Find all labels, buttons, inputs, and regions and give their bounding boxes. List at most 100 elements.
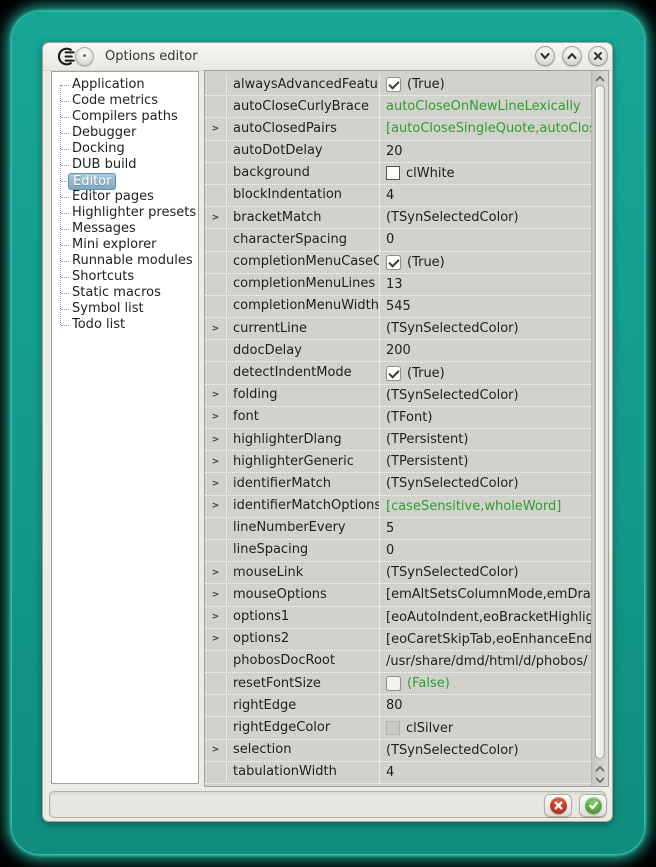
property-row[interactable]: bracketMatch (TSynSelectedColor) xyxy=(205,207,591,229)
property-row[interactable]: autoClosedPairs [autoCloseSingleQuote,au… xyxy=(205,118,591,140)
titlebar[interactable]: Options editor xyxy=(43,43,612,71)
property-row[interactable]: autoDotDelay 20 xyxy=(205,141,591,163)
property-value[interactable]: 0 xyxy=(380,232,591,247)
property-value[interactable]: 200 xyxy=(380,343,591,358)
expand-chevron-icon[interactable] xyxy=(205,495,226,517)
property-row[interactable]: background clWhite xyxy=(205,163,591,185)
property-value[interactable]: [autoCloseSingleQuote,autoCloseD xyxy=(380,121,591,136)
property-value[interactable]: 4 xyxy=(380,188,591,203)
property-value[interactable]: (TSynSelectedColor) xyxy=(380,321,591,336)
property-value[interactable]: 80 xyxy=(380,698,591,713)
value-checkbox[interactable] xyxy=(386,676,401,691)
property-row[interactable]: options1 [eoAutoIndent,eoBracketHighligh… xyxy=(205,607,591,629)
property-row[interactable]: completionMenuWidth 545 xyxy=(205,296,591,318)
property-row[interactable]: rightEdgeColor clSilver xyxy=(205,717,591,739)
property-row[interactable]: autoCloseCurlyBrace autoCloseOnNewLineLe… xyxy=(205,96,591,118)
expand-chevron-icon[interactable] xyxy=(205,473,226,495)
property-value[interactable]: (True) xyxy=(380,366,591,381)
expand-chevron-icon[interactable] xyxy=(205,118,226,140)
grid-scrollbar[interactable] xyxy=(591,71,608,786)
property-row[interactable]: folding (TSynSelectedColor) xyxy=(205,385,591,407)
property-row[interactable]: resetFontSize (False) xyxy=(205,673,591,695)
expand-chevron-icon[interactable] xyxy=(205,739,226,761)
property-value[interactable]: clWhite xyxy=(380,166,591,181)
shade-button[interactable] xyxy=(535,46,555,66)
property-row[interactable]: identifierMatch (TSynSelectedColor) xyxy=(205,473,591,495)
sidebar-category-item[interactable]: Mini explorer xyxy=(52,237,198,253)
sidebar-category-item[interactable]: Symbol list xyxy=(52,301,198,317)
property-row[interactable]: mouseOptions [emAltSetsColumnMode,emDrag… xyxy=(205,584,591,606)
expand-chevron-icon[interactable] xyxy=(205,562,226,584)
sidebar-category-item[interactable]: Code metrics xyxy=(52,93,198,109)
property-row[interactable]: currentLine (TSynSelectedColor) xyxy=(205,318,591,340)
sidebar-category-item[interactable]: Debugger xyxy=(52,125,198,141)
scroll-up-bottom-icon[interactable] xyxy=(594,763,606,774)
property-value[interactable]: (TSynSelectedColor) xyxy=(380,743,591,758)
maximize-button[interactable] xyxy=(562,46,582,66)
sidebar-category-item[interactable]: Compilers paths xyxy=(52,109,198,125)
sidebar-category-item[interactable]: Messages xyxy=(52,221,198,237)
property-value[interactable]: [eoCaretSkipTab,eoEnhanceEndKe xyxy=(380,632,591,647)
property-value[interactable]: (False) xyxy=(380,676,591,691)
sidebar-category-item[interactable]: Application xyxy=(52,77,198,93)
property-row[interactable]: tabulationWidth 4 xyxy=(205,762,591,784)
property-row[interactable]: lineNumberEvery 5 xyxy=(205,518,591,540)
property-value[interactable]: (TSynSelectedColor) xyxy=(380,476,591,491)
expand-chevron-icon[interactable] xyxy=(205,384,226,406)
property-row[interactable]: options2 [eoCaretSkipTab,eoEnhanceEndKe xyxy=(205,629,591,651)
property-value[interactable]: 5 xyxy=(380,521,591,536)
property-value[interactable]: [caseSensitive,wholeWord] xyxy=(380,499,591,514)
expand-chevron-icon[interactable] xyxy=(205,429,226,451)
property-row[interactable]: lineSpacing 0 xyxy=(205,540,591,562)
property-value[interactable]: /usr/share/dmd/html/d/phobos/ xyxy=(380,654,591,669)
value-checkbox[interactable] xyxy=(386,77,401,92)
property-row[interactable]: rightEdge 80 xyxy=(205,695,591,717)
property-value[interactable]: 13 xyxy=(380,277,591,292)
property-row[interactable]: completionMenuCaseCare (True) xyxy=(205,252,591,274)
sidebar-category-item[interactable]: Static macros xyxy=(52,285,198,301)
window-menu-button[interactable] xyxy=(75,47,94,66)
sidebar-category-item[interactable]: Editor xyxy=(52,173,198,189)
scroll-up-icon[interactable] xyxy=(594,73,606,84)
expand-chevron-icon[interactable] xyxy=(205,451,226,473)
scroll-down-icon[interactable] xyxy=(594,774,606,785)
sidebar-category-item[interactable]: Editor pages xyxy=(52,189,198,205)
property-row[interactable]: identifierMatchOptions [caseSensitive,wh… xyxy=(205,496,591,518)
expand-chevron-icon[interactable] xyxy=(205,584,226,606)
property-row[interactable]: blockIndentation 4 xyxy=(205,185,591,207)
value-color-swatch[interactable] xyxy=(386,721,400,735)
property-value[interactable]: 20 xyxy=(380,144,591,159)
property-row[interactable]: highlighterDlang (TPersistent) xyxy=(205,429,591,451)
expand-chevron-icon[interactable] xyxy=(205,406,226,428)
sidebar-category-item[interactable]: Highlighter presets xyxy=(52,205,198,221)
expand-chevron-icon[interactable] xyxy=(205,606,226,628)
expand-chevron-icon[interactable] xyxy=(205,628,226,650)
property-value[interactable]: clSilver xyxy=(380,721,591,736)
property-row[interactable]: completionMenuLines 13 xyxy=(205,274,591,296)
cancel-button[interactable] xyxy=(544,794,572,817)
expand-chevron-icon[interactable] xyxy=(205,318,226,340)
close-button[interactable] xyxy=(588,46,608,66)
sidebar-category-item[interactable]: Docking xyxy=(52,141,198,157)
property-value[interactable]: (TSynSelectedColor) xyxy=(380,388,591,403)
value-checkbox[interactable] xyxy=(386,255,401,270)
property-row[interactable]: characterSpacing 0 xyxy=(205,229,591,251)
property-value[interactable]: (TFont) xyxy=(380,410,591,425)
property-row[interactable]: phobosDocRoot /usr/share/dmd/html/d/phob… xyxy=(205,651,591,673)
scrollbar-thumb[interactable] xyxy=(595,85,605,759)
property-row[interactable]: selection (TSynSelectedColor) xyxy=(205,740,591,762)
ok-button[interactable] xyxy=(579,794,607,817)
property-row[interactable]: mouseLink (TSynSelectedColor) xyxy=(205,562,591,584)
property-row[interactable]: detectIndentMode (True) xyxy=(205,362,591,384)
property-value[interactable]: [eoAutoIndent,eoBracketHighlight xyxy=(380,610,591,625)
property-row[interactable]: font (TFont) xyxy=(205,407,591,429)
sidebar-category-item[interactable]: Todo list xyxy=(52,317,198,333)
property-value[interactable]: (TSynSelectedColor) xyxy=(380,565,591,580)
property-row[interactable]: highlighterGeneric (TPersistent) xyxy=(205,451,591,473)
sidebar-category-item[interactable]: Shortcuts xyxy=(52,269,198,285)
property-value[interactable]: (TPersistent) xyxy=(380,454,591,469)
property-value[interactable]: 545 xyxy=(380,299,591,314)
property-value[interactable]: (TPersistent) xyxy=(380,432,591,447)
value-checkbox[interactable] xyxy=(386,366,401,381)
property-value[interactable]: autoCloseOnNewLineLexically xyxy=(380,99,591,114)
